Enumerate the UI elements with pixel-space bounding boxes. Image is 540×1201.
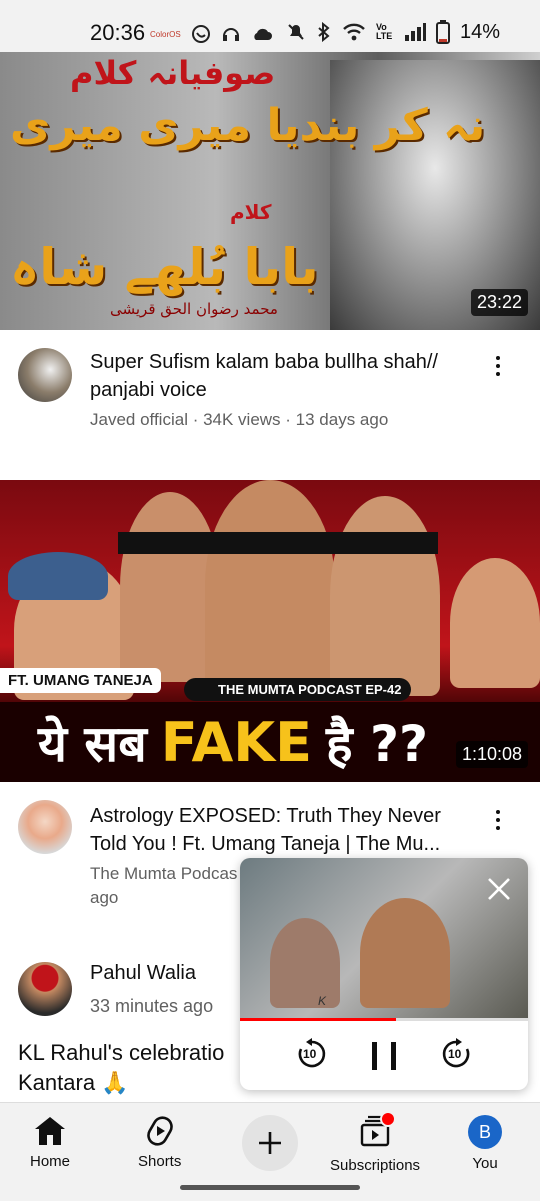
subscriptions-icon-wrap [358,1111,397,1151]
thumbnail-guest-label: FT. UMANG TANEJA [0,668,161,693]
video-title-2[interactable]: Astrology EXPOSED: Truth They Never Told… [90,802,470,858]
pause-icon [372,1042,396,1070]
thumbnail-urdu-small: کلام [230,200,272,224]
video-title-1[interactable]: Super Sufism kalam baba bullha shah// pa… [90,348,470,404]
video-avatar-2[interactable] [18,800,72,854]
signal-icon [404,23,426,41]
create-button[interactable] [242,1115,298,1171]
notification-dot [380,1111,397,1127]
thumbnail-urdu-top: صوفیانہ کلام [70,54,276,92]
mini-credit: K [318,994,327,1008]
thumbnail-person-center [205,480,335,690]
duration-badge: 23:22 [470,289,528,316]
post-text-line2: Kantara 🙏 [18,1070,129,1095]
nav-shorts[interactable]: Shorts [138,1115,181,1170]
cloud-icon [254,28,272,40]
miniplayer-progress-fill [240,1018,396,1021]
shorts-icon [146,1116,173,1146]
thumbnail-show-label: THE MUMTA PODCAST EP-42 [184,678,412,701]
whatsapp-icon [191,25,210,43]
forward-label: 10 [448,1047,462,1061]
battery-percent: 14% [459,20,500,43]
rewind-label: 10 [303,1047,317,1061]
pause-button[interactable] [370,1040,398,1072]
thumbnail-hat [8,552,108,600]
video-meta-1: Javed official · 34K views · 13 days ago [90,410,389,429]
close-icon[interactable] [486,876,512,902]
coloros-badge: ColorOS [150,30,181,39]
thumbnail-urdu-main: نہ کر بندیا میری میری [10,100,486,151]
post-text-line1: KL Rahul's celebratio [18,1040,225,1065]
nav-home-label: Home [30,1153,71,1170]
volte-icon: Vo LTE [375,22,393,41]
wifi-icon [343,23,365,41]
battery-icon [435,20,450,44]
thumbnail-urdu-credit: محمد رضوان الحق قریشی [110,300,278,318]
nav-subscriptions[interactable]: Subscriptions [330,1111,421,1174]
mini-figure-right [360,898,450,1008]
video-avatar-1[interactable] [18,348,72,402]
headset-icon [222,28,239,41]
miniplayer-progress[interactable] [240,1018,528,1021]
thumbnail-headline-mid: FAKE [160,710,312,774]
account-avatar: B [468,1115,502,1149]
thumbnail-headline-left: ये सब [38,715,147,773]
status-notification-icons: ColorOS [150,24,273,44]
thumbnail-person-4 [330,496,440,696]
post-time: 33 minutes ago [90,996,214,1016]
nav-home[interactable]: Home [30,1115,70,1170]
thumbnail-person-right [450,558,540,688]
thumbnail-headline-right: है ?? [325,715,428,773]
forward-10-button[interactable]: 10 [440,1038,472,1070]
nav-shorts-label: Shorts [138,1153,182,1170]
status-time: 20:36 [90,20,146,45]
nav-subscriptions-label: Subscriptions [330,1157,421,1174]
gesture-bar [180,1185,360,1190]
post-avatar[interactable] [18,962,72,1016]
home-icon [35,1117,65,1145]
account-avatar-letter: B [478,1121,491,1142]
mute-icon [288,24,304,40]
status-bar: 20:36 ColorOS Vo LTE 14% [0,0,540,54]
more-options-icon[interactable] [488,800,508,840]
nav-you[interactable]: B You [468,1115,502,1172]
post-author[interactable]: Pahul Walia [90,962,196,985]
video-meta-2-line1: The Mumta Podcas [90,864,238,883]
video-thumbnail-1[interactable]: صوفیانہ کلام نہ کر بندیا میری میری کلام … [0,52,540,330]
miniplayer[interactable]: K 10 10 [240,858,528,1090]
duration-badge: 1:10:08 [455,741,528,768]
bluetooth-icon [318,22,330,42]
create-icon [259,1132,281,1154]
nav-create[interactable] [242,1115,298,1171]
thumbnail-eye-bars [118,532,438,554]
status-right-icons: Vo LTE 14% [286,20,500,44]
nav-you-label: You [472,1155,498,1172]
mini-figure-left [270,918,340,1008]
bottom-navigation: Home Shorts Subscriptions B You [0,1102,540,1201]
thumbnail-urdu-name: بابا بُلھے شاہ [10,238,319,296]
video-thumbnail-2[interactable]: FT. UMANG TANEJA THE MUMTA PODCAST EP-42… [0,480,540,782]
rewind-10-button[interactable]: 10 [296,1038,328,1070]
miniplayer-video[interactable]: K [240,858,528,1018]
more-options-icon[interactable] [488,346,508,386]
